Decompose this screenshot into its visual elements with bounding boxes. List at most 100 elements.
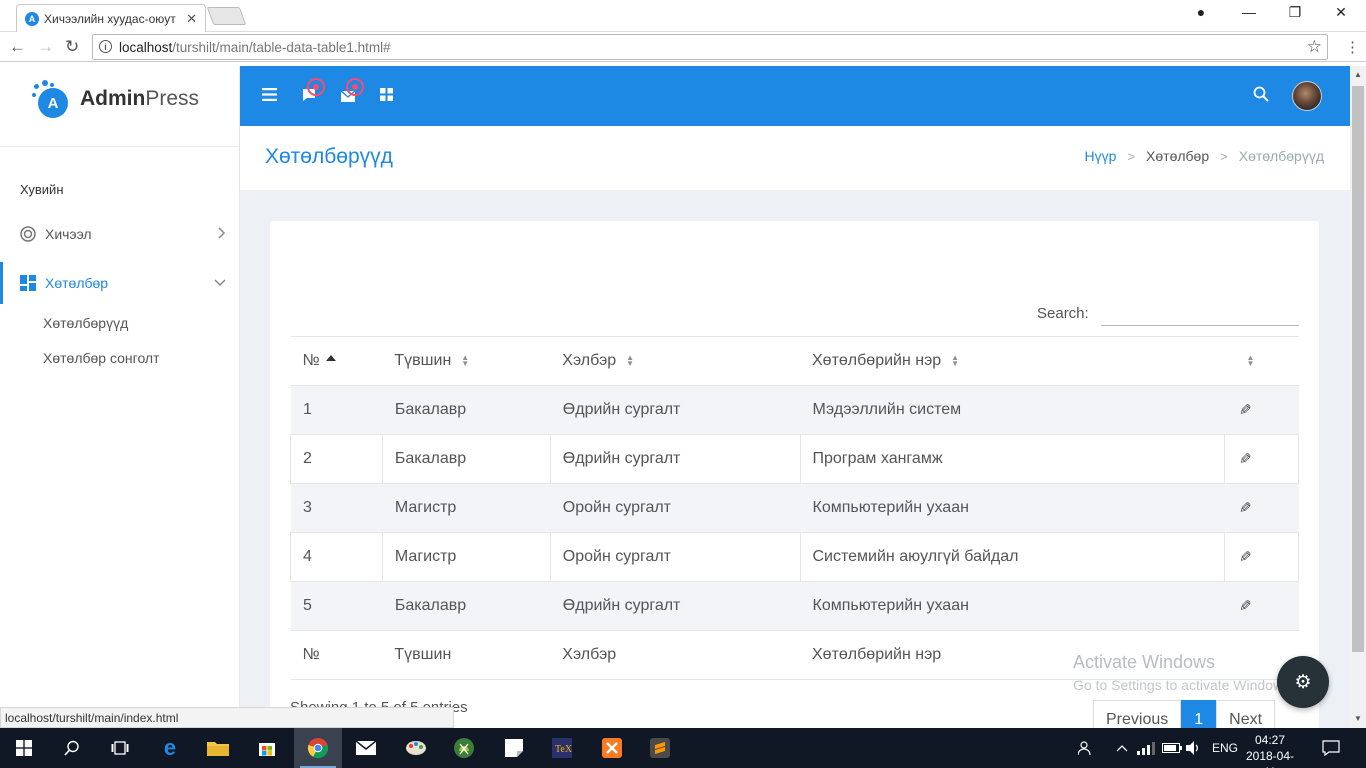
cell-number: 2: [290, 434, 383, 484]
sort-icon: ▲ ▼: [951, 352, 960, 368]
scroll-up-icon[interactable]: ▲: [1354, 70, 1362, 79]
logo[interactable]: A AdminPress: [32, 80, 199, 118]
chevron-down-icon: [214, 276, 226, 290]
reload-icon[interactable]: ↻: [65, 37, 79, 57]
profile-icon[interactable]: ●: [1178, 4, 1224, 20]
sticky-notes-icon[interactable]: [490, 728, 538, 768]
settings-gear-button[interactable]: ⚙: [1277, 656, 1329, 708]
cell-program-name: Компьютерийн ухаан: [800, 581, 1225, 631]
notification-badge-messages: [307, 78, 325, 96]
search-icon[interactable]: [48, 728, 96, 768]
minimize-button[interactable]: —: [1226, 4, 1272, 20]
table-row: 2 Бакалавр Өдрийн сургалт Програм хангам…: [290, 434, 1299, 484]
svg-text:TeX: TeX: [555, 744, 572, 755]
url-text[interactable]: localhost/turshilt/main/table-data-table…: [119, 40, 391, 55]
cell-form: Өдрийн сургалт: [549, 434, 801, 484]
table-row: 1 Бакалавр Өдрийн сургалт Мэдээллийн сис…: [290, 385, 1299, 435]
clock[interactable]: 04:27 2018-04-11: [1240, 732, 1300, 768]
column-header-actions[interactable]: ▲ ▼: [1224, 336, 1299, 386]
page-scrollbar[interactable]: ▲ ▼: [1350, 66, 1366, 728]
hamburger-icon[interactable]: [262, 88, 277, 106]
back-icon[interactable]: ←: [9, 37, 26, 57]
tray-chevron-up-icon[interactable]: [1116, 728, 1128, 768]
battery-icon[interactable]: [1162, 728, 1182, 768]
column-header-level[interactable]: Түвшин ▲ ▼: [382, 336, 551, 386]
gear-icon: ⚙: [1294, 671, 1312, 693]
nav-section-label: Хувийн: [20, 182, 64, 197]
file-explorer-icon[interactable]: [194, 728, 242, 768]
scroll-down-icon[interactable]: ▼: [1354, 714, 1362, 723]
cell-form: Оройн сургалт: [549, 532, 801, 582]
edge-browser-icon[interactable]: e: [146, 728, 194, 768]
sidebar-item-programs[interactable]: Хөтөлбөр: [0, 262, 240, 304]
address-bar[interactable]: i localhost/turshilt/main/table-data-tab…: [92, 34, 1328, 60]
breadcrumb-programs[interactable]: Хөтөлбөр: [1146, 148, 1209, 164]
cell-actions: ✎: [1224, 581, 1299, 631]
column-header-form[interactable]: Хэлбэр ▲ ▼: [550, 336, 800, 386]
search-label: Search:: [1037, 305, 1089, 322]
search-icon[interactable]: [1253, 86, 1269, 107]
browser-menu-icon[interactable]: ⋮: [1345, 38, 1360, 56]
windows-start-icon[interactable]: [0, 728, 48, 768]
cell-program-name: Мэдээллийн систем: [800, 385, 1225, 435]
mail-app-icon[interactable]: [342, 728, 390, 768]
edit-pencil-icon[interactable]: ✎: [1239, 597, 1252, 615]
search-input[interactable]: [1101, 302, 1299, 326]
sidebar-divider: [0, 146, 240, 147]
close-tab-icon[interactable]: ✕: [186, 11, 197, 27]
column-header-number[interactable]: №: [290, 336, 383, 386]
sidebar-subitem-program-selection[interactable]: Хөтөлбөр сонголт: [43, 350, 160, 366]
task-view-icon[interactable]: [96, 728, 144, 768]
clock-time: 04:27: [1254, 733, 1286, 747]
sidebar-subitem-programs-list[interactable]: Хөтөлбөрүүд: [43, 315, 128, 331]
avatar[interactable]: [1292, 81, 1322, 111]
forward-icon[interactable]: →: [37, 37, 54, 57]
new-tab-button[interactable]: [206, 7, 247, 25]
edit-pencil-icon[interactable]: ✎: [1239, 499, 1252, 517]
cell-level: Магистр: [381, 532, 551, 582]
texmaker-icon[interactable]: TeX: [538, 728, 586, 768]
sublime-text-icon[interactable]: [636, 728, 684, 768]
cell-actions: ✎: [1224, 385, 1299, 435]
breadcrumb-home[interactable]: Нүүр: [1085, 148, 1117, 164]
volume-icon[interactable]: [1186, 728, 1202, 768]
language-indicator[interactable]: ENG: [1212, 728, 1238, 768]
chevron-right-icon: >: [1127, 148, 1136, 164]
cell-level: Бакалавр: [382, 385, 551, 435]
people-icon[interactable]: [1078, 728, 1094, 768]
browser-toolbar: ← → ↻ i localhost/turshilt/main/table-da…: [0, 32, 1366, 62]
bookmark-star-icon[interactable]: ☆: [1307, 37, 1322, 57]
cell-number: 5: [290, 581, 383, 631]
breadcrumb-current: Хөтөлбөрүүд: [1238, 148, 1324, 164]
edit-pencil-icon[interactable]: ✎: [1239, 548, 1252, 566]
scroll-thumb[interactable]: [1352, 86, 1364, 652]
cell-number: 3: [290, 483, 383, 533]
android-studio-icon[interactable]: [440, 728, 488, 768]
cell-level: Магистр: [382, 483, 551, 533]
xampp-icon[interactable]: [588, 728, 636, 768]
chevron-right-icon: [218, 226, 226, 242]
edit-pencil-icon[interactable]: ✎: [1239, 401, 1252, 419]
edit-pencil-icon[interactable]: ✎: [1239, 450, 1252, 468]
column-header-program-name[interactable]: Хөтөлбөрийн нэр ▲ ▼: [800, 336, 1225, 386]
info-icon[interactable]: i: [99, 40, 112, 53]
network-icon[interactable]: [1137, 728, 1155, 768]
windows-taskbar: e TeX ENG 04:27 2018-04-: [0, 728, 1366, 768]
notifications-icon[interactable]: [1322, 728, 1340, 768]
apps-grid-icon[interactable]: [380, 88, 393, 106]
dashboard-icon: [20, 275, 36, 291]
browser-tab-active[interactable]: A Хичээлийн хуудас-оюут ✕: [16, 4, 206, 32]
sidebar-item-lessons[interactable]: Хичээл: [0, 221, 240, 247]
chrome-icon[interactable]: [294, 728, 342, 768]
restore-button[interactable]: ❐: [1272, 4, 1318, 21]
store-icon[interactable]: [243, 728, 291, 768]
cell-program-name: Програм хангамж: [799, 434, 1226, 484]
cell-program-name: Компьютерийн ухаан: [800, 483, 1225, 533]
paint-icon[interactable]: [392, 728, 440, 768]
sidebar-item-label: Хичээл: [45, 226, 92, 242]
cell-level: Бакалавр: [382, 581, 551, 631]
top-header: [240, 66, 1352, 126]
programs-table: № Түвшин ▲ ▼ Хэлбэр ▲ ▼ Хөтөлбөрийн нэр ▲ ▼ ▲ ▼…: [290, 336, 1299, 680]
cell-actions: ✎: [1224, 483, 1299, 533]
close-window-button[interactable]: ✕: [1318, 4, 1364, 21]
